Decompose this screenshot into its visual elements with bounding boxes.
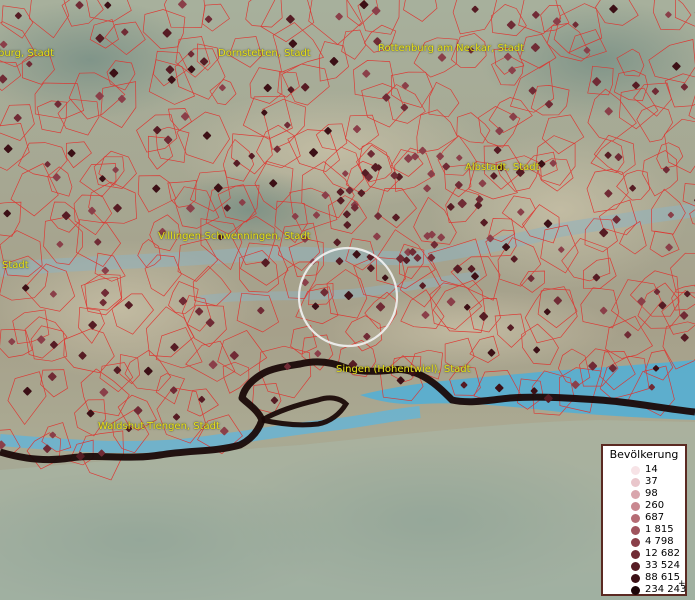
- city-label-rottenburg-neckar: Rottenburg am Neckar, Stadt: [378, 43, 525, 54]
- legend-value: 4 798: [645, 536, 674, 547]
- map-canvas[interactable]: [0, 0, 695, 600]
- legend-title: Bevölkerung: [609, 448, 679, 461]
- legend-value: 1 815: [645, 524, 674, 535]
- legend-swatch: [631, 562, 640, 571]
- legend-value: 98: [645, 488, 658, 499]
- legend-value: 260: [645, 500, 665, 511]
- legend-value: 37: [645, 476, 658, 487]
- legend-plus-sign: +: [678, 579, 686, 589]
- legend-item: 260: [603, 500, 685, 512]
- city-label-left-partial: Stadt: [2, 260, 29, 271]
- legend-item: 4 798: [603, 536, 685, 548]
- legend-swatch: [631, 574, 640, 583]
- legend-swatch: [631, 490, 640, 499]
- legend-value: 687: [645, 512, 665, 523]
- legend-item: 98: [603, 488, 685, 500]
- legend-swatch: [631, 550, 640, 559]
- legend-value: 33 524: [645, 560, 680, 571]
- legend-swatch: [631, 538, 640, 547]
- legend-item: 234 243: [603, 584, 686, 596]
- legend-swatch: [631, 514, 640, 523]
- legend-swatch: [631, 466, 640, 475]
- legend-item: 687: [603, 512, 685, 524]
- legend-value: 12 682: [645, 548, 680, 559]
- legend-item: 33 524: [603, 560, 685, 572]
- legend-swatch: [631, 526, 640, 535]
- city-label-waldshut: Waldshut-Tiengen, Stadt: [98, 421, 220, 432]
- legend-item: 37: [603, 476, 685, 488]
- legend-value: 14: [645, 464, 658, 475]
- legend-value: 88 615: [645, 572, 680, 583]
- legend-swatch: [631, 478, 640, 487]
- legend-item: 14: [603, 464, 685, 476]
- city-label-singen: Singen (Hohentwiel), Stadt: [336, 364, 471, 375]
- legend-item: 88 615: [603, 572, 685, 584]
- legend-swatch: [631, 586, 640, 595]
- city-label-albstadt: Albstadt, Stadt: [465, 162, 540, 173]
- city-label-villingen: Villingen-Schwenningen, Stadt: [158, 231, 311, 242]
- legend-swatch: [631, 502, 640, 511]
- population-legend: Bevölkerung 14 37 98 260 687 1 815 4 798 12 682…: [601, 444, 687, 596]
- legend-item: 1 815: [603, 524, 685, 536]
- city-label-rottenburg-partial: burg, Stadt: [0, 48, 54, 59]
- legend-item: 12 682: [603, 548, 685, 560]
- city-label-dornstetten: Dornstetten, Stadt: [218, 48, 311, 59]
